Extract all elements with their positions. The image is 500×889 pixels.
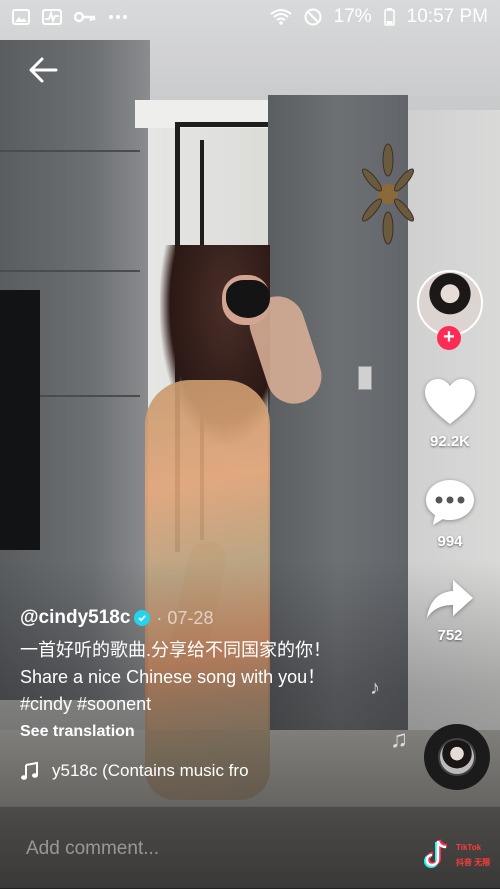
status-right: 17% 10:57 PM	[270, 6, 488, 28]
music-title: y518c (Contains music fro	[52, 761, 249, 780]
comment-count: 994	[437, 533, 463, 550]
dancer-mask	[226, 280, 270, 318]
music-disc[interactable]	[424, 724, 490, 790]
tiktok-logo-icon	[423, 839, 448, 869]
video-description[interactable]: 一首好听的歌曲.分享给不同国家的你！Share a nice Chinese s…	[20, 637, 365, 718]
clock: 10:57 PM	[406, 6, 488, 27]
watermark-subtext: 抖音 无限	[456, 858, 491, 867]
comment-icon	[426, 480, 474, 525]
arrow-left-icon	[29, 57, 58, 83]
comment-input[interactable]	[24, 837, 358, 861]
key-icon	[74, 10, 96, 24]
music-icon	[21, 761, 38, 780]
share-button[interactable]: 752	[416, 578, 484, 644]
action-rail: + 92.2K 994 752	[416, 270, 484, 644]
music-row[interactable]: y518c (Contains music fro	[20, 761, 365, 781]
wall-decoration	[362, 143, 414, 245]
watermark-text: TikTok	[456, 843, 482, 852]
battery-icon	[383, 8, 395, 26]
post-date: · 07-28	[156, 607, 214, 628]
comment-button[interactable]: 994	[416, 478, 484, 550]
more-notifications-icon	[108, 14, 128, 20]
username[interactable]: @cindy518c	[20, 607, 130, 629]
follow-button[interactable]: +	[437, 326, 461, 350]
light-switch	[358, 366, 372, 390]
share-icon	[427, 580, 473, 618]
share-count: 752	[437, 627, 463, 644]
tv-screen	[0, 290, 40, 550]
creator-avatar-wrap: +	[417, 270, 483, 350]
wifi-icon	[270, 8, 292, 26]
do-not-disturb-icon	[304, 8, 322, 26]
wall-panel-line	[0, 270, 140, 272]
music-note-icon: ♪	[370, 677, 380, 699]
like-button[interactable]: 92.2K	[416, 378, 484, 450]
heart-icon	[425, 379, 475, 424]
activity-icon	[42, 9, 62, 25]
status-bar: 17% 10:57 PM	[0, 0, 500, 34]
like-count: 92.2K	[429, 433, 471, 450]
status-left	[12, 9, 128, 25]
image-icon	[12, 9, 30, 25]
verified-icon	[134, 610, 151, 626]
battery-percent: 17%	[333, 6, 372, 27]
music-note-icon: ♫	[390, 726, 408, 753]
wall-panel-line	[0, 150, 140, 152]
disc-cover	[440, 740, 474, 774]
see-translation-link[interactable]: See translation	[20, 723, 365, 741]
username-row: @cindy518c · 07-28	[20, 607, 365, 629]
video-caption: @cindy518c · 07-28 一首好听的歌曲.分享给不同国家的你！Sha…	[20, 607, 365, 781]
back-button[interactable]	[26, 52, 62, 88]
